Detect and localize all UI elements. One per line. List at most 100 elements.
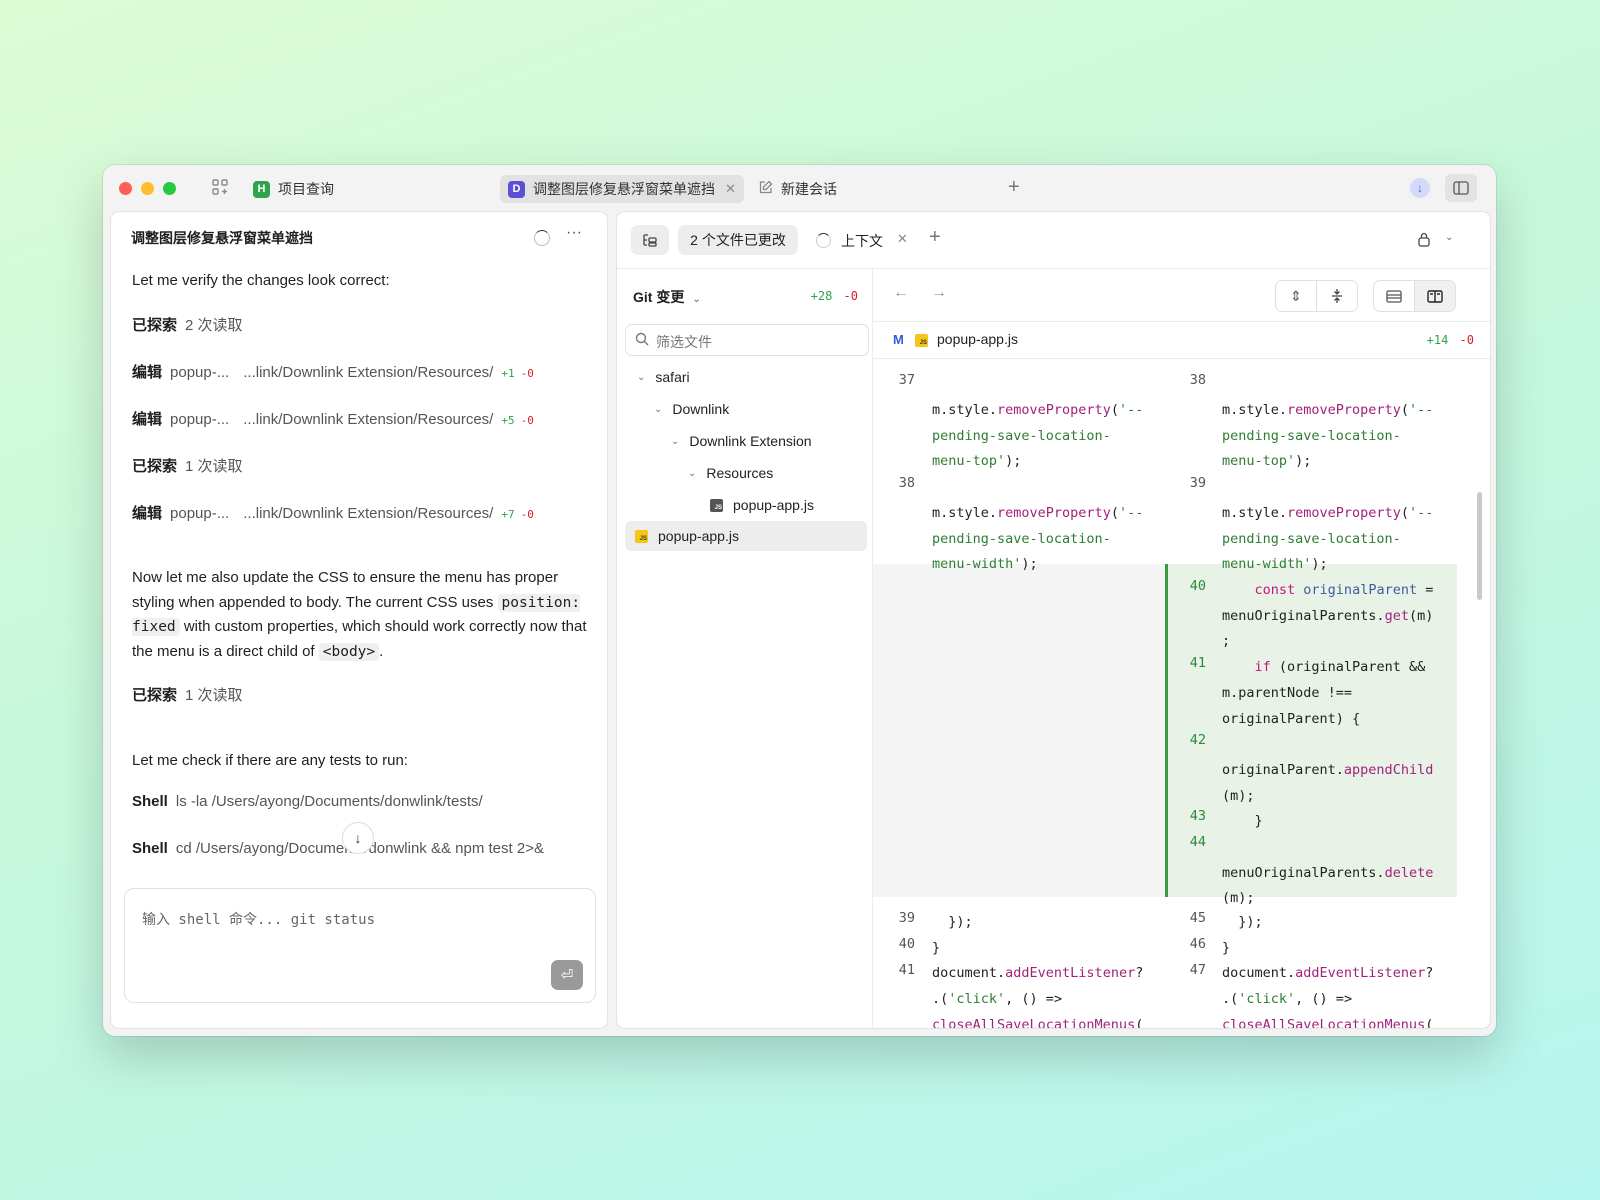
session-title: 调整图层修复悬浮窗菜单遮挡	[131, 230, 313, 246]
minimize-window-button[interactable]	[141, 182, 154, 195]
explore-row[interactable]: 已探索 1 次读取	[132, 684, 243, 705]
tree-folder-downlink[interactable]: ⌄ Downlink	[654, 401, 729, 417]
line-number: 38	[1189, 372, 1206, 388]
intro-text: Let me verify the changes look correct:	[132, 272, 390, 289]
collapse-icon[interactable]	[1316, 280, 1358, 312]
unified-view-icon[interactable]	[1373, 280, 1415, 312]
edit-row[interactable]: 编辑 popup-... ...link/Downlink Extension/Re…	[132, 408, 534, 429]
shell-input[interactable]: 输入 shell 命令... git status ⏎	[124, 888, 596, 1003]
chevron-down-icon: ⌄	[688, 467, 697, 479]
lock-icon[interactable]	[1417, 232, 1431, 252]
chevron-down-icon: ⌄	[654, 403, 663, 415]
edit-row[interactable]: 编辑 popup-... ...link/Downlink Extension/Re…	[132, 361, 534, 382]
chat-panel: 调整图层修复悬浮窗菜单遮挡 ··· Let me verify the chan…	[111, 212, 607, 1028]
context-tab[interactable]: 上下文	[841, 231, 883, 251]
filter-files-input[interactable]: 筛选文件	[625, 324, 869, 356]
diff-toolbar: 2 个文件已更改 上下文 ✕ + ⌄	[617, 212, 1490, 269]
assistant-paragraph: Now let me also update the CSS to ensure…	[132, 569, 587, 661]
code-line: m.style.removeProperty('-- pending-save-…	[932, 505, 1144, 573]
edit-row[interactable]: 编辑 popup-... ...link/Downlink Extension/Re…	[132, 502, 534, 523]
inline-code: <body>	[318, 642, 380, 661]
split-view-icon[interactable]	[1414, 280, 1456, 312]
code-line: m.style.removeProperty('-- pending-save-…	[1222, 402, 1434, 470]
git-changes-header[interactable]: Git 变更 ⌄	[633, 287, 701, 307]
changed-files-button[interactable]: 2 个文件已更改	[678, 225, 798, 255]
input-placeholder: 输入 shell 命令... git status	[142, 912, 376, 928]
title-bar: H 项目查询 D 调整图层修复悬浮窗菜单遮挡 ✕ 新建会话 + ↓	[103, 165, 1496, 211]
assistant-text: Let me check if there are any tests to r…	[132, 752, 408, 769]
shell-row[interactable]: Shell ls -la /Users/ayong/Documents/donwl…	[132, 793, 483, 810]
app-window: H 项目查询 D 调整图层修复悬浮窗菜单遮挡 ✕ 新建会话 + ↓ 调整图层修复…	[103, 165, 1496, 1036]
session-badge-icon: D	[508, 180, 525, 198]
diff-file-header: M JS popup-app.js +14 -0	[873, 322, 1490, 359]
send-button[interactable]: ⏎	[551, 960, 583, 990]
scrollbar[interactable]	[1477, 492, 1482, 600]
line-number: 46	[1189, 936, 1206, 952]
file-stats: +14 -0	[1426, 333, 1474, 347]
tab-label: 调整图层修复悬浮窗菜单遮挡	[533, 181, 715, 197]
line-number: 39	[898, 910, 915, 926]
git-stats: +28 -0	[810, 289, 858, 303]
diff-nav-toolbar: ← → ⇕	[873, 269, 1490, 322]
loading-spinner-icon	[816, 233, 831, 248]
close-context-icon[interactable]: ✕	[897, 231, 908, 247]
tree-folder-safari[interactable]: ⌄ safari	[637, 369, 690, 385]
diff-panel: 2 个文件已更改 上下文 ✕ + ⌄ Git 变更 ⌄ +28 -0 筛选文件 ⌄…	[617, 212, 1490, 1028]
arrow-left-icon[interactable]: ←	[893, 284, 909, 302]
line-number: 45	[1189, 910, 1206, 926]
tree-folder-resources[interactable]: ⌄ Resources	[688, 465, 773, 481]
code-line: m.style.removeProperty('-- pending-save-…	[932, 402, 1144, 470]
scroll-to-bottom-button[interactable]: ↓	[342, 822, 374, 854]
sidebar-toggle-icon[interactable]	[1445, 174, 1477, 202]
close-tab-icon[interactable]: ✕	[725, 181, 736, 197]
download-icon[interactable]: ↓	[1410, 178, 1430, 198]
chevron-down-icon: ⌄	[637, 371, 646, 383]
js-file-icon: JS	[710, 498, 723, 512]
line-number: 39	[1189, 475, 1206, 491]
line-number: 43	[1189, 808, 1206, 824]
line-number: 44	[1189, 834, 1206, 850]
modified-badge: M	[893, 332, 904, 347]
explore-row[interactable]: 已探索 2 次读取	[132, 314, 243, 335]
file-tree: Git 变更 ⌄ +28 -0 筛选文件 ⌄ safari ⌄ Downlink ⌄ D…	[617, 269, 873, 1028]
line-number: 42	[1189, 732, 1206, 748]
arrow-right-icon[interactable]: →	[931, 284, 947, 302]
code-line: }); } document.addEventListener? .('clic…	[1222, 914, 1434, 1028]
tab-label: 新建会话	[781, 181, 837, 197]
js-file-icon: JS	[915, 334, 928, 347]
more-icon[interactable]: ···	[566, 224, 582, 242]
line-number: 37	[898, 372, 915, 388]
tree-file-popup-app-selected[interactable]: JS popup-app.js	[625, 521, 867, 551]
line-number: 47	[1189, 962, 1206, 978]
diff-left-empty	[873, 564, 1165, 897]
close-window-button[interactable]	[119, 182, 132, 195]
diff-code: 37 38 39 40 41 38 39 40 41 42 43 44 45 4…	[873, 359, 1490, 1028]
tree-file-popup-app[interactable]: JS popup-app.js	[710, 497, 814, 513]
tab-active-session[interactable]: D 调整图层修复悬浮窗菜单遮挡 ✕	[500, 175, 744, 203]
line-number: 41	[898, 962, 915, 978]
tab-label: 项目查询	[278, 181, 334, 197]
added-code-line: const originalParent = menuOriginalParen…	[1222, 582, 1434, 907]
explore-row[interactable]: 已探索 1 次读取	[132, 455, 243, 476]
edit-icon	[758, 180, 773, 198]
code-line: }); } document.addEventListener? .('clic…	[932, 914, 1144, 1028]
diff-view: ← → ⇕ M JS popup-app.js +14 -0 37 38 39 …	[873, 269, 1490, 1028]
line-number: 40	[1189, 578, 1206, 594]
line-number: 40	[898, 936, 915, 952]
js-file-icon: JS	[635, 529, 648, 543]
new-tab-plus-icon[interactable]: +	[1008, 176, 1020, 199]
maximize-window-button[interactable]	[163, 182, 176, 195]
tree-view-icon[interactable]	[631, 225, 669, 255]
search-icon	[635, 332, 649, 351]
chevron-down-icon[interactable]: ⌄	[1445, 232, 1453, 243]
chevron-down-icon: ⌄	[671, 435, 680, 447]
tab-new-session[interactable]: 新建会话	[758, 175, 837, 203]
tree-folder-downlink-extension[interactable]: ⌄ Downlink Extension	[671, 433, 812, 449]
code-line: m.style.removeProperty('-- pending-save-…	[1222, 505, 1434, 573]
expand-icon[interactable]: ⇕	[1275, 280, 1317, 312]
tab-project-query[interactable]: H 项目查询	[253, 175, 334, 203]
add-tab-plus-icon[interactable]: +	[929, 226, 941, 249]
grid-icon[interactable]	[211, 178, 229, 201]
line-number: 41	[1189, 655, 1206, 671]
project-badge-icon: H	[253, 180, 270, 198]
